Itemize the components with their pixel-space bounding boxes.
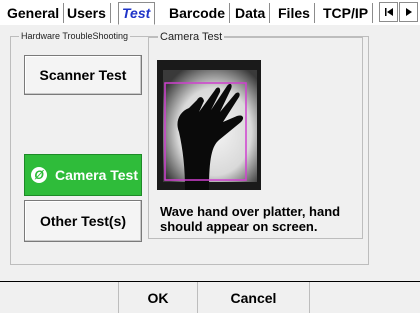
tab-test[interactable]: Test	[118, 2, 156, 25]
camera-test-hint: Wave hand over platter, hand should appe…	[160, 204, 341, 234]
ok-button[interactable]: OK	[118, 282, 198, 313]
check-circle-icon: Ø	[31, 167, 47, 183]
scanner-test-label: Scanner Test	[39, 67, 127, 83]
group-title: Hardware TroubleShooting	[19, 31, 131, 41]
camera-image	[157, 60, 261, 190]
tab-general[interactable]: General	[4, 3, 65, 23]
cancel-label: Cancel	[230, 289, 277, 306]
tab-tcpip[interactable]: TCP/IP	[320, 3, 374, 23]
tab-users[interactable]: Users	[64, 3, 111, 23]
other-tests-button[interactable]: Other Test(s)	[24, 200, 142, 242]
tab-bar: General Users Test Barcode Data Files TC…	[0, 0, 420, 26]
tab-files[interactable]: Files	[275, 3, 315, 23]
next-arrow-icon[interactable]	[399, 2, 418, 22]
camera-group-title: Camera Test	[158, 31, 225, 43]
tab-data[interactable]: Data	[232, 3, 271, 23]
test-panel: Hardware TroubleShooting Scanner Test Ø …	[0, 25, 420, 281]
other-tests-label: Other Test(s)	[39, 213, 127, 229]
cancel-button[interactable]: Cancel	[198, 282, 310, 313]
tab-barcode[interactable]: Barcode	[166, 3, 231, 23]
camera-test-button[interactable]: Ø Camera Test	[24, 154, 142, 196]
scanner-test-button[interactable]: Scanner Test	[24, 55, 142, 95]
tab-scroll-controls	[379, 2, 419, 24]
camera-test-label: Camera Test	[55, 167, 139, 183]
footer-bar: OK Cancel	[0, 281, 420, 313]
ok-label: OK	[147, 289, 169, 306]
camera-preview	[157, 60, 261, 190]
first-arrow-icon[interactable]	[379, 2, 398, 22]
